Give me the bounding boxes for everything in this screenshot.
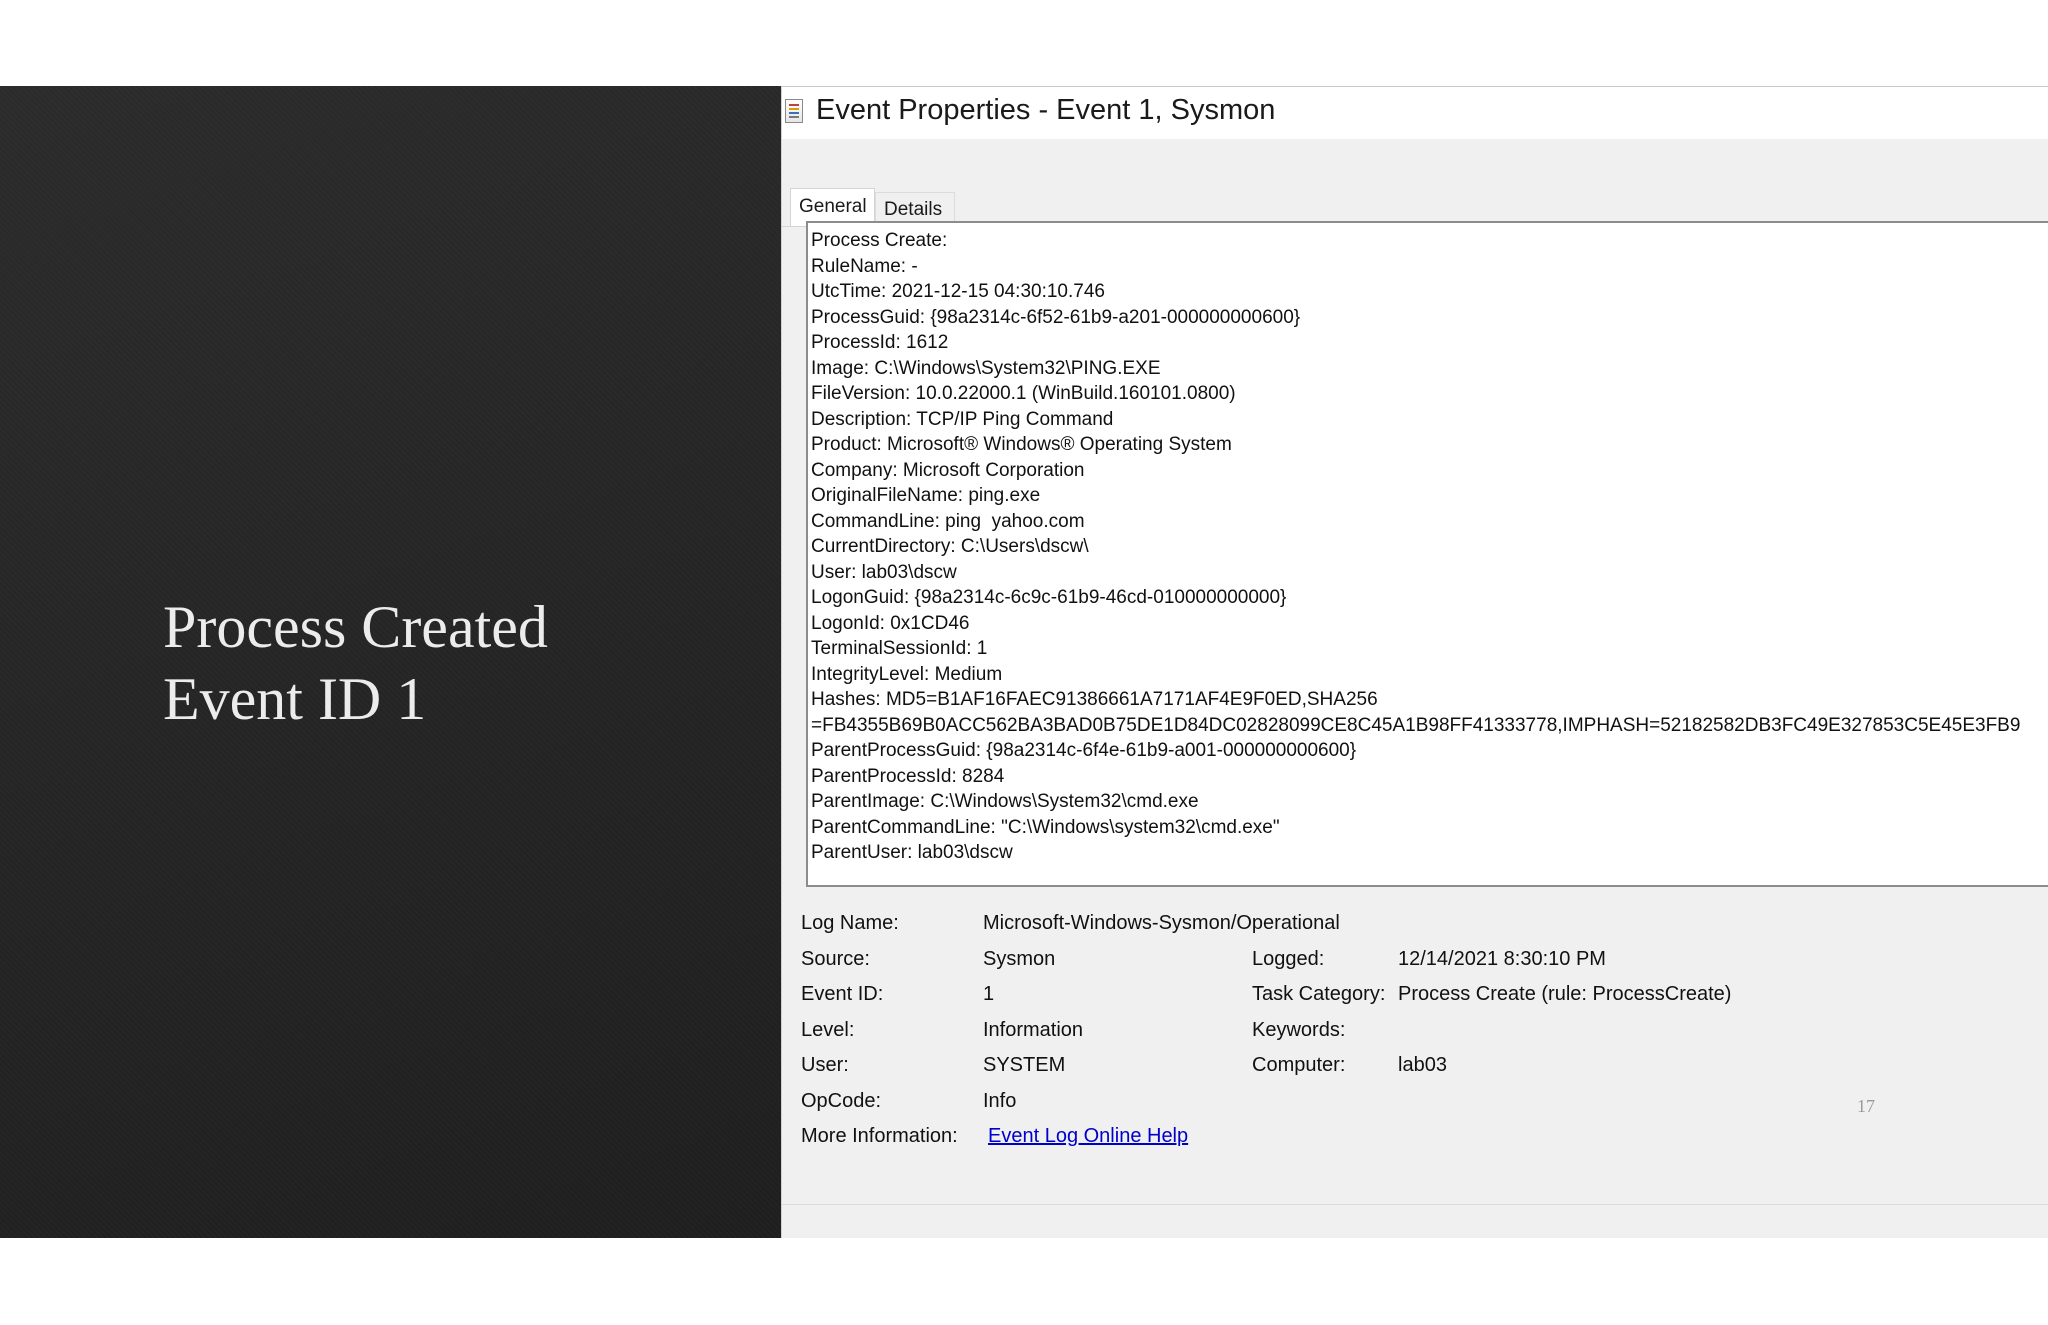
description-line: Company: Microsoft Corporation (811, 459, 1085, 481)
description-line: Process Create: (811, 230, 948, 251)
description-line: Product: Microsoft® Windows® Operating S… (811, 434, 1232, 455)
event-viewer-icon (785, 99, 803, 123)
description-line: LogonId: 0x1CD46 (811, 612, 970, 634)
description-line: =FB4355B69B0ACC562BA3BAD0B75DE1D84DC0282… (811, 714, 2021, 736)
description-line: ProcessGuid: {98a2314c-6f52-61b9-a201-00… (811, 306, 1301, 328)
source-value: Sysmon (983, 948, 1056, 970)
source-label: Source: (801, 948, 870, 970)
description-line: CurrentDirectory: C:\Users\dscw\ (811, 536, 1089, 557)
description-line: FileVersion: 10.0.22000.1 (WinBuild.1601… (811, 383, 1236, 404)
logged-label: Logged: (1252, 948, 1325, 970)
opcode-label: OpCode: (801, 1090, 882, 1112)
description-line: UtcTime: 2021-12-15 04:30:10.746 (811, 281, 1105, 302)
slide-title: Process Created Event ID 1 (163, 591, 548, 735)
opcode-value: Info (983, 1090, 1017, 1112)
event-description-box[interactable]: Process Create: RuleName: - UtcTime: 2021-… (806, 221, 2048, 887)
dialog-title: Event Properties - Event 1, Sysmon (816, 94, 1276, 126)
description-line: Image: C:\Windows\System32\PING.EXE (811, 357, 1161, 379)
task-category-label: Task Category: (1252, 983, 1386, 1005)
slide: Process Created Event ID 1 Event Propert… (0, 86, 2048, 1238)
description-line: Description: TCP/IP Ping Command (811, 408, 1114, 430)
computer-label: Computer: (1252, 1054, 1346, 1076)
event-log-online-help-link[interactable]: Event Log Online Help (988, 1125, 1188, 1148)
event-properties-dialog: Event Properties - Event 1, Sysmon Gener… (781, 86, 2048, 1238)
event-id-label: Event ID: (801, 983, 884, 1005)
logged-value: 12/14/2021 8:30:10 PM (1398, 948, 1606, 970)
task-category-value: Process Create (rule: ProcessCreate) (1398, 983, 1732, 1005)
description-line: LogonGuid: {98a2314c-6c9c-61b9-46cd-0100… (811, 587, 1287, 608)
keywords-label: Keywords: (1252, 1019, 1346, 1041)
description-line: ProcessId: 1612 (811, 332, 949, 353)
description-line: ParentProcessGuid: {98a2314c-6f4e-61b9-a… (811, 740, 1357, 761)
description-line: ParentCommandLine: "C:\Windows\system32\… (811, 816, 1280, 838)
description-line: ParentUser: lab03\dscw (811, 842, 1013, 863)
event-id-value: 1 (983, 983, 995, 1005)
level-label: Level: (801, 1019, 855, 1041)
slide-left-panel: Process Created Event ID 1 (0, 86, 781, 1238)
description-line: ParentProcessId: 8284 (811, 765, 1005, 787)
user-value: SYSTEM (983, 1054, 1066, 1076)
description-line: OriginalFileName: ping.exe (811, 485, 1041, 506)
description-line: RuleName: - (811, 255, 918, 277)
slide-title-line-2: Event ID 1 (163, 666, 427, 732)
slide-title-line-1: Process Created (163, 594, 548, 660)
log-name-value: Microsoft-Windows-Sysmon/Operational (983, 912, 1340, 934)
more-information-label: More Information: (801, 1125, 958, 1147)
description-line: TerminalSessionId: 1 (811, 638, 988, 659)
description-line: User: lab03\dscw (811, 561, 957, 583)
dialog-titlebar: Event Properties - Event 1, Sysmon (782, 86, 2048, 139)
user-label: User: (801, 1054, 849, 1076)
slide-page-number: 17 (1857, 1096, 1875, 1116)
dialog-bottom-divider (782, 1204, 2048, 1205)
description-line: CommandLine: ping yahoo.com (811, 510, 1085, 532)
description-line: Hashes: MD5=B1AF16FAEC91386661A7171AF4E9… (811, 689, 1378, 710)
level-value: Information (983, 1019, 1084, 1041)
computer-value: lab03 (1398, 1054, 1447, 1076)
log-name-label: Log Name: (801, 912, 899, 934)
description-line: ParentImage: C:\Windows\System32\cmd.exe (811, 791, 1199, 812)
description-line: IntegrityLevel: Medium (811, 663, 1003, 685)
